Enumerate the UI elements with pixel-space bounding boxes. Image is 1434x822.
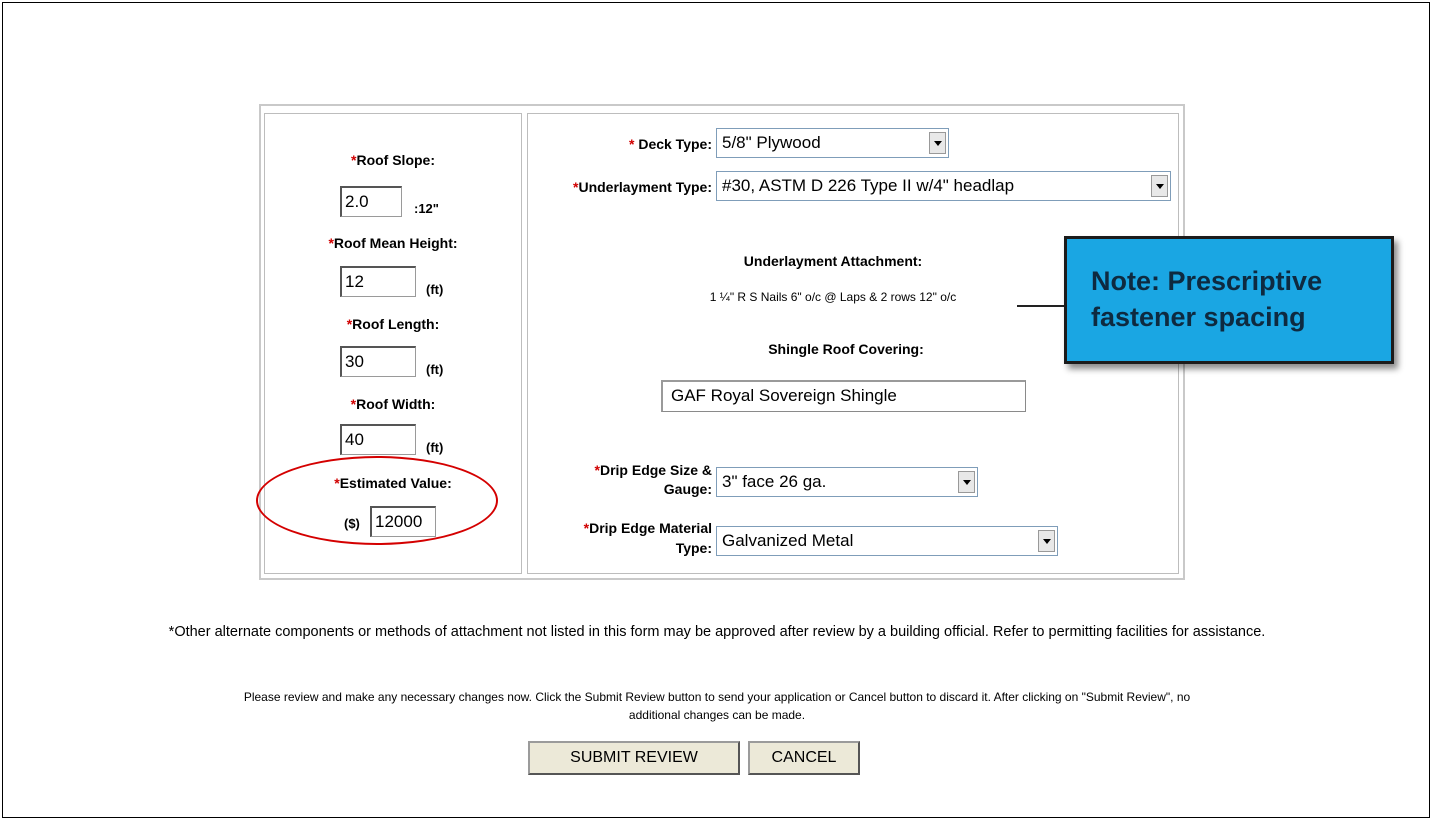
underlayment-type-label: *Underlayment Type:	[540, 179, 712, 195]
submit-review-button[interactable]: SUBMIT REVIEW	[528, 741, 740, 775]
callout-line2: fastener spacing	[1091, 302, 1306, 333]
deck-type-label: * Deck Type:	[540, 136, 712, 152]
drip-edge-size-label-line1: *Drip Edge Size &	[540, 462, 712, 478]
roof-width-label: *Roof Width:	[264, 396, 522, 412]
underlayment-type-select[interactable]: #30, ASTM D 226 Type II w/4" headlap	[716, 171, 1171, 201]
label-text: Roof Width:	[356, 396, 436, 412]
drip-edge-material-select[interactable]: Galvanized Metal	[716, 526, 1058, 556]
underlayment-type-value: #30, ASTM D 226 Type II w/4" headlap	[722, 176, 1015, 195]
roof-mean-height-input[interactable]: 12	[340, 266, 416, 297]
label-text: Roof Slope:	[356, 152, 435, 168]
roof-width-unit: (ft)	[426, 440, 444, 455]
roof-slope-input[interactable]: 2.0	[340, 186, 402, 217]
roof-length-unit: (ft)	[426, 362, 444, 377]
deck-type-select[interactable]: 5/8" Plywood	[716, 128, 949, 158]
shingle-roof-covering-input[interactable]: GAF Royal Sovereign Shingle	[661, 380, 1026, 412]
label-text: Roof Mean Height:	[333, 235, 458, 251]
highlight-circle	[256, 456, 498, 545]
roof-length-input[interactable]: 30	[340, 346, 416, 377]
shingle-roof-covering-label: Shingle Roof Covering:	[768, 341, 924, 357]
chevron-down-icon[interactable]	[1151, 175, 1168, 197]
drip-edge-material-value: Galvanized Metal	[722, 531, 854, 550]
label-text: Deck Type:	[638, 136, 712, 152]
underlayment-attachment-value: 1 ¼" R S Nails 6" o/c @ Laps & 2 rows 12…	[709, 290, 957, 304]
alternate-components-note: *Other alternate components or methods o…	[168, 624, 1266, 640]
label-text: Drip Edge Material	[589, 520, 712, 536]
instructions-line2: additional changes can be made.	[628, 708, 806, 722]
callout-note: Note: Prescriptive fastener spacing	[1064, 236, 1394, 364]
cancel-button[interactable]: CANCEL	[748, 741, 860, 775]
roof-slope-label: *Roof Slope:	[264, 152, 522, 168]
instructions-line1: Please review and make any necessary cha…	[243, 690, 1191, 704]
roof-mean-height-label: *Roof Mean Height:	[264, 235, 522, 251]
underlayment-attachment-label: Underlayment Attachment:	[743, 253, 923, 269]
label-text: Drip Edge Size &	[599, 462, 712, 478]
roof-length-label: *Roof Length:	[264, 316, 522, 332]
drip-edge-size-select[interactable]: 3" face 26 ga.	[716, 467, 978, 497]
label-text: Roof Length:	[352, 316, 440, 332]
chevron-down-icon[interactable]	[1038, 530, 1055, 552]
required-marker: *	[628, 136, 635, 152]
chevron-down-icon[interactable]	[929, 132, 946, 154]
drip-edge-size-label-line2: Gauge:	[663, 481, 712, 497]
callout-pointer	[1017, 305, 1064, 307]
drip-edge-material-label-line2: Type:	[675, 540, 712, 556]
deck-type-value: 5/8" Plywood	[722, 133, 821, 152]
label-text: Underlayment Type:	[578, 179, 712, 195]
roof-slope-unit: :12"	[414, 201, 439, 216]
roof-width-input[interactable]: 40	[340, 424, 416, 455]
drip-edge-material-label-line1: *Drip Edge Material	[540, 520, 712, 536]
drip-edge-size-value: 3" face 26 ga.	[722, 472, 827, 491]
callout-line1: Note: Prescriptive	[1091, 266, 1323, 296]
chevron-down-icon[interactable]	[958, 471, 975, 493]
roof-mean-height-unit: (ft)	[426, 282, 444, 297]
